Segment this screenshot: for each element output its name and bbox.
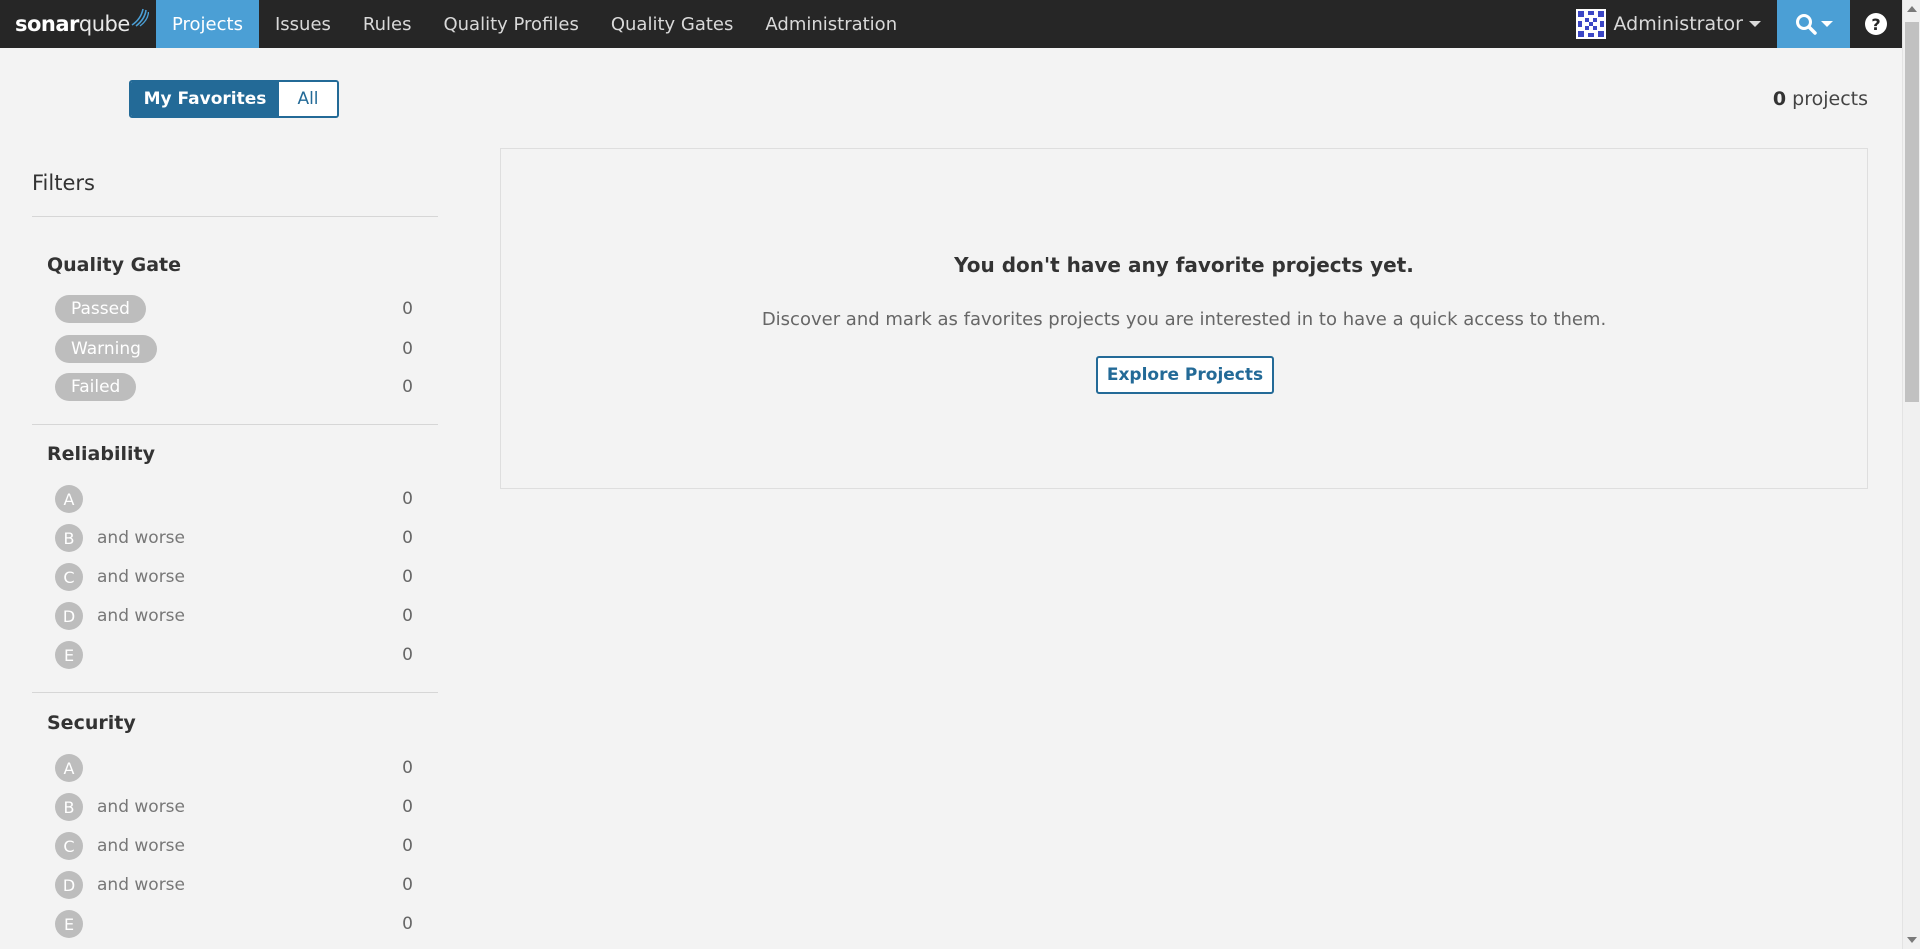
facet-count: 0 <box>402 645 413 665</box>
facet-count: 0 <box>402 528 413 548</box>
facet-count: 0 <box>402 339 413 359</box>
facet-count: 0 <box>402 758 413 778</box>
facet-count: 0 <box>402 836 413 856</box>
help-button[interactable]: ? <box>1850 0 1902 48</box>
facet-row-reliability-b[interactable]: B and worse 0 <box>55 523 415 553</box>
facet-title-quality-gate: Quality Gate <box>47 254 181 276</box>
user-name: Administrator <box>1613 13 1743 35</box>
facet-row-reliability-d[interactable]: D and worse 0 <box>55 601 415 631</box>
facet-count: 0 <box>402 914 413 934</box>
nav-rules[interactable]: Rules <box>347 0 428 48</box>
divider <box>32 424 438 425</box>
facet-row-security-e[interactable]: E 0 <box>55 909 415 939</box>
rating-badge: C <box>55 832 83 860</box>
rating-badge: A <box>55 485 83 513</box>
facet-count: 0 <box>402 377 413 397</box>
facet-row-passed[interactable]: Passed 0 <box>55 294 415 324</box>
facet-count: 0 <box>402 567 413 587</box>
search-button[interactable] <box>1777 0 1850 48</box>
rating-badge: D <box>55 871 83 899</box>
projects-count-label: projects <box>1792 88 1868 110</box>
search-icon <box>1795 14 1817 35</box>
nav-issues[interactable]: Issues <box>259 0 347 48</box>
facet-count: 0 <box>402 489 413 509</box>
facet-row-failed[interactable]: Failed 0 <box>55 372 415 402</box>
logo-text-prefix: sonar <box>15 12 79 36</box>
facet-row-warning[interactable]: Warning 0 <box>55 334 415 364</box>
scroll-down-icon[interactable] <box>1907 937 1917 943</box>
divider <box>32 692 438 693</box>
rating-badge: A <box>55 754 83 782</box>
facet-count: 0 <box>402 606 413 626</box>
facet-title-reliability: Reliability <box>47 443 155 465</box>
rating-suffix: and worse <box>97 567 185 587</box>
rating-suffix: and worse <box>97 528 185 548</box>
rating-badge: E <box>55 641 83 669</box>
facet-count: 0 <box>402 797 413 817</box>
logo-waves-icon <box>131 8 149 27</box>
rating-suffix: and worse <box>97 875 185 895</box>
nav-quality-profiles[interactable]: Quality Profiles <box>427 0 594 48</box>
status-badge-warning: Warning <box>55 335 157 363</box>
empty-favorites-panel: You don't have any favorite projects yet… <box>500 148 1868 489</box>
rating-badge: D <box>55 602 83 630</box>
rating-suffix: and worse <box>97 797 185 817</box>
scroll-thumb[interactable] <box>1905 22 1919 402</box>
facet-row-security-c[interactable]: C and worse 0 <box>55 831 415 861</box>
empty-state-text: Discover and mark as favorites projects … <box>761 309 1607 330</box>
chevron-down-icon <box>1749 21 1761 27</box>
page-scrollbar[interactable] <box>1902 0 1920 949</box>
filters-title: Filters <box>32 171 95 195</box>
nav-quality-gates[interactable]: Quality Gates <box>595 0 750 48</box>
facet-row-security-b[interactable]: B and worse 0 <box>55 792 415 822</box>
facet-title-security: Security <box>47 712 136 734</box>
logo-text-suffix: qube <box>78 12 130 36</box>
rating-suffix: and worse <box>97 836 185 856</box>
facet-count: 0 <box>402 299 413 319</box>
user-menu[interactable]: Administrator <box>1564 0 1777 48</box>
status-badge-passed: Passed <box>55 295 146 323</box>
empty-state-title: You don't have any favorite projects yet… <box>954 253 1414 277</box>
facet-row-security-a[interactable]: A 0 <box>55 753 415 783</box>
rating-badge: B <box>55 524 83 552</box>
facet-row-reliability-c[interactable]: C and worse 0 <box>55 562 415 592</box>
nav-administration[interactable]: Administration <box>749 0 913 48</box>
avatar <box>1576 9 1607 39</box>
status-badge-failed: Failed <box>55 373 137 401</box>
chevron-down-icon <box>1820 21 1833 27</box>
facet-row-reliability-a[interactable]: A 0 <box>55 484 415 514</box>
explore-projects-button[interactable]: Explore Projects <box>1096 356 1274 394</box>
top-navigation: sonar qube Projects Issues Rules Quality … <box>0 0 1902 48</box>
sonarqube-logo[interactable]: sonar qube <box>0 0 156 48</box>
help-icon: ? <box>1865 13 1887 35</box>
projects-count-value: 0 <box>1772 88 1787 110</box>
my-favorites-button[interactable]: My Favorites <box>131 82 279 116</box>
rating-badge: C <box>55 563 83 591</box>
facet-row-security-d[interactable]: D and worse 0 <box>55 870 415 900</box>
facet-row-reliability-e[interactable]: E 0 <box>55 640 415 670</box>
all-projects-button[interactable]: All <box>279 82 337 116</box>
facet-count: 0 <box>402 875 413 895</box>
rating-badge: B <box>55 793 83 821</box>
scroll-up-icon[interactable] <box>1907 6 1917 12</box>
favorites-toggle: My Favorites All <box>129 80 339 118</box>
rating-badge: E <box>55 910 83 938</box>
projects-count: 0 projects <box>1773 88 1868 110</box>
divider <box>32 216 438 217</box>
nav-projects[interactable]: Projects <box>156 0 259 48</box>
rating-suffix: and worse <box>97 606 185 626</box>
